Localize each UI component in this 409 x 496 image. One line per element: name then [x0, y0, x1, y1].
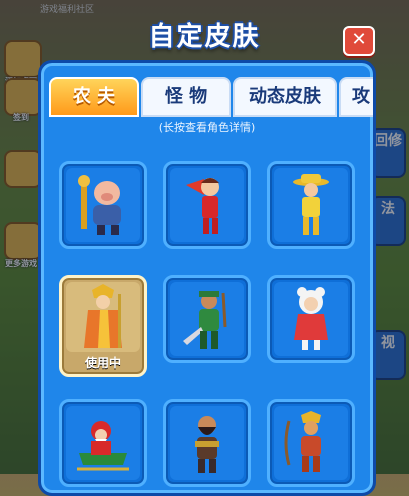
tab-animated-skin[interactable]: 动态皮肤	[233, 77, 337, 117]
skin-card-red-hood-girl[interactable]	[267, 275, 355, 363]
monk-icon	[84, 284, 122, 348]
archer-monkey-icon	[284, 411, 321, 472]
in-use-badge: 使用中	[84, 356, 121, 370]
tab-attack[interactable]: 攻	[339, 77, 373, 117]
skin-card-monk[interactable]: 使用中	[59, 275, 147, 377]
skin-panel: 农 夫 怪 物 动态皮肤 攻 (长按查看角色详情) 使用中	[38, 60, 376, 496]
red-hero-icon	[186, 178, 219, 234]
long-press-hint: (长按查看角色详情)	[158, 121, 256, 134]
pig-general-icon	[78, 175, 121, 235]
bearded-warrior-icon	[195, 416, 219, 473]
red-hood-girl-icon	[294, 287, 328, 350]
tab-bar: 农 夫 怪 物 动态皮肤 攻	[49, 77, 373, 117]
close-button[interactable]: ✕	[343, 26, 375, 56]
skin-card-yellow-cowboy[interactable]	[267, 161, 355, 249]
skin-card-red-hero[interactable]	[163, 161, 251, 249]
santa-sleigh-icon	[77, 421, 129, 471]
tab-farmer[interactable]: 农 夫	[49, 77, 139, 117]
skin-card-green-warrior[interactable]	[163, 275, 251, 363]
close-icon: ✕	[351, 29, 367, 50]
skin-card-pig-general[interactable]	[59, 161, 147, 249]
tab-monster[interactable]: 怪 物	[141, 77, 231, 117]
green-warrior-icon	[183, 291, 227, 349]
yellow-cowboy-icon	[293, 174, 329, 235]
